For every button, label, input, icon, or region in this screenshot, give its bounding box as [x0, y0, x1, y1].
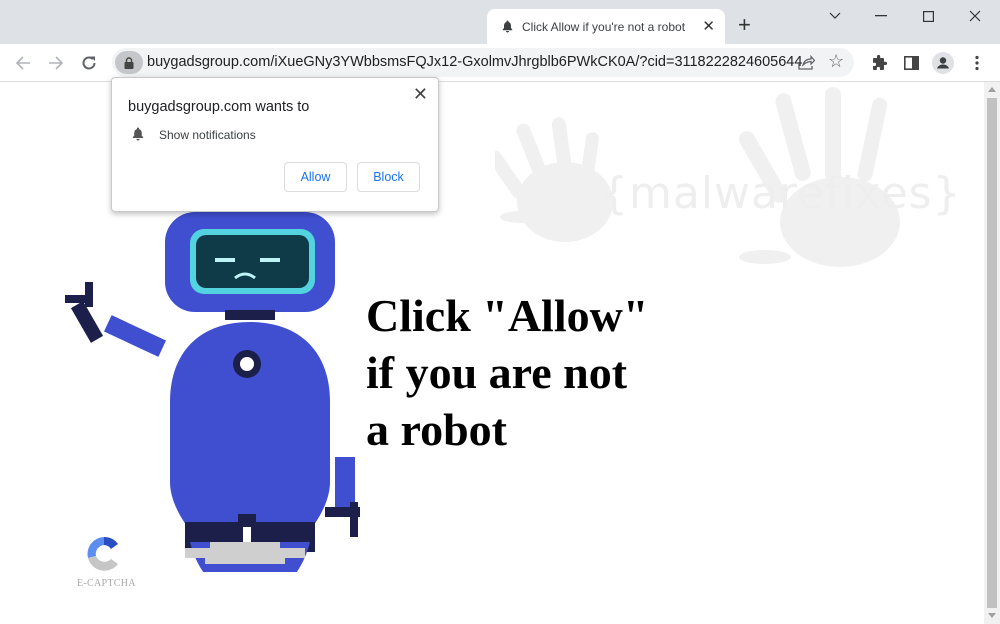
headline-line-3: a robot: [366, 404, 507, 455]
back-icon: [15, 56, 30, 70]
watermark-text: {malwarefixes}: [600, 168, 962, 219]
forward-icon: [49, 56, 64, 70]
minimize-button[interactable]: [861, 6, 901, 26]
tab-title: Click Allow if you're not a robot: [522, 19, 686, 34]
site-info-button[interactable]: [115, 51, 143, 74]
back-button[interactable]: [11, 51, 35, 75]
reload-icon: [82, 56, 96, 70]
close-icon: [969, 10, 981, 22]
headline-line-2: if you are not: [366, 347, 628, 398]
bell-icon: [501, 20, 513, 34]
allow-button[interactable]: Allow: [284, 162, 347, 192]
maximize-icon: [922, 10, 934, 22]
lock-icon: [124, 56, 134, 69]
reload-button[interactable]: [77, 51, 101, 75]
bookmark-star-icon[interactable]: ☆: [828, 51, 844, 72]
scroll-thumb[interactable]: [987, 98, 997, 608]
active-tab[interactable]: Click Allow if you're not a robot ✕: [487, 9, 725, 44]
scroll-up-arrow[interactable]: [988, 87, 996, 92]
popup-title: buygadsgroup.com wants to: [128, 99, 310, 115]
minimize-icon: [875, 15, 887, 17]
block-button[interactable]: Block: [357, 162, 420, 192]
profile-button[interactable]: [932, 52, 954, 74]
robot-illustration: [65, 212, 360, 572]
menu-icon: [975, 55, 979, 71]
notification-permission-popup: buygadsgroup.com wants to ✕ Show notific…: [111, 77, 439, 212]
captcha-logo-icon: [87, 536, 118, 571]
tab-search-button[interactable]: [815, 6, 855, 26]
extensions-button[interactable]: [868, 52, 890, 74]
vertical-scrollbar[interactable]: [984, 82, 1000, 624]
forward-button[interactable]: [44, 51, 68, 75]
popup-close-icon[interactable]: ✕: [413, 84, 428, 105]
menu-button[interactable]: [966, 52, 988, 74]
chevron-down-icon: [829, 12, 841, 19]
maximize-button[interactable]: [908, 6, 948, 26]
scroll-down-arrow[interactable]: [988, 613, 996, 618]
close-window-button[interactable]: [955, 6, 995, 26]
tab-close-icon[interactable]: ✕: [702, 17, 715, 35]
side-panel-icon: [903, 56, 919, 70]
title-bar: Click Allow if you're not a robot ✕ +: [0, 0, 1000, 44]
robot-shadow: [185, 542, 305, 564]
url-text[interactable]: buygadsgroup.com/iXueGNy3YWbbsmsFQJx12-G…: [147, 54, 807, 70]
permission-text: Show notifications: [159, 128, 256, 142]
share-icon[interactable]: [798, 54, 816, 72]
side-panel-button[interactable]: [900, 52, 922, 74]
headline: Click "Allow" if you are not a robot: [366, 287, 648, 458]
bell-icon: [132, 127, 144, 146]
new-tab-button[interactable]: +: [738, 14, 751, 36]
headline-line-1: Click "Allow": [366, 290, 649, 341]
extensions-icon: [873, 55, 887, 70]
address-bar[interactable]: buygadsgroup.com/iXueGNy3YWbbsmsFQJx12-G…: [112, 48, 854, 77]
captcha-label: E-CAPTCHA: [77, 578, 136, 589]
profile-icon: [932, 52, 954, 74]
